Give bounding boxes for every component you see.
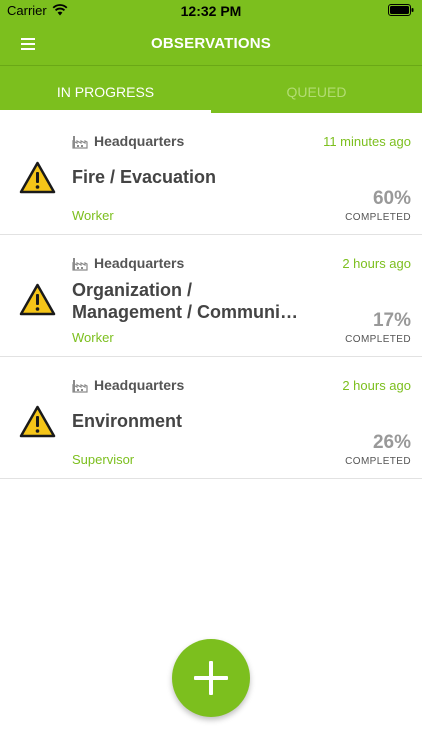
status-time: 12:32 PM <box>180 3 242 19</box>
observation-row[interactable]: Headquarters 2 hours ago Organization / … <box>0 235 422 357</box>
factory-icon <box>72 135 88 149</box>
observation-title-line: Organization / <box>72 280 193 300</box>
observation-row[interactable]: Headquarters 2 hours ago Environment Sup… <box>0 357 422 479</box>
factory-icon <box>72 257 88 271</box>
observation-title-line: Management / Communi… <box>72 302 299 322</box>
progress-percent: 26% <box>372 432 411 453</box>
tab-queued[interactable]: QUEUED <box>211 66 422 113</box>
role-label: Worker <box>72 208 114 223</box>
tab-bar: IN PROGRESS QUEUED <box>0 66 422 113</box>
tab-in-progress[interactable]: IN PROGRESS <box>0 66 211 113</box>
warning-icon <box>19 283 56 316</box>
timestamp: 11 minutes ago <box>323 134 411 149</box>
battery-icon <box>388 4 414 16</box>
observation-title: Fire / Evacuation <box>72 167 217 187</box>
site-info: Headquarters <box>72 133 184 149</box>
role-label: Worker <box>72 330 114 345</box>
progress-label: COMPLETED <box>345 334 411 345</box>
role-label: Supervisor <box>72 452 135 467</box>
site-info: Headquarters <box>72 255 184 271</box>
progress-percent: 17% <box>372 310 411 331</box>
observation-title: Organization / Management / Communi… <box>72 279 304 323</box>
site-info: Headquarters <box>72 377 184 393</box>
plus-icon <box>194 661 228 695</box>
navigation-bar: OBSERVATIONS <box>0 22 422 66</box>
observation-list: Headquarters 11 minutes ago Fire / Evacu… <box>0 113 422 479</box>
timestamp: 2 hours ago <box>342 256 411 271</box>
page-title: OBSERVATIONS <box>151 35 271 52</box>
add-observation-button[interactable] <box>172 639 250 717</box>
factory-icon <box>72 379 88 393</box>
timestamp: 2 hours ago <box>342 378 411 393</box>
status-bar: Carrier 12:32 PM <box>0 0 422 22</box>
warning-icon <box>19 161 56 194</box>
site-label: Headquarters <box>94 377 185 393</box>
warning-icon <box>19 405 56 438</box>
observation-title: Environment <box>72 411 183 431</box>
progress-percent: 60% <box>372 188 411 209</box>
app-header: Carrier 12:32 PM OBSERVATIONS IN PROGRES… <box>0 0 422 113</box>
progress-label: COMPLETED <box>345 212 411 223</box>
observation-row[interactable]: Headquarters 11 minutes ago Fire / Evacu… <box>0 113 422 235</box>
progress-label: COMPLETED <box>345 456 411 467</box>
site-label: Headquarters <box>94 255 185 271</box>
site-label: Headquarters <box>94 133 185 149</box>
